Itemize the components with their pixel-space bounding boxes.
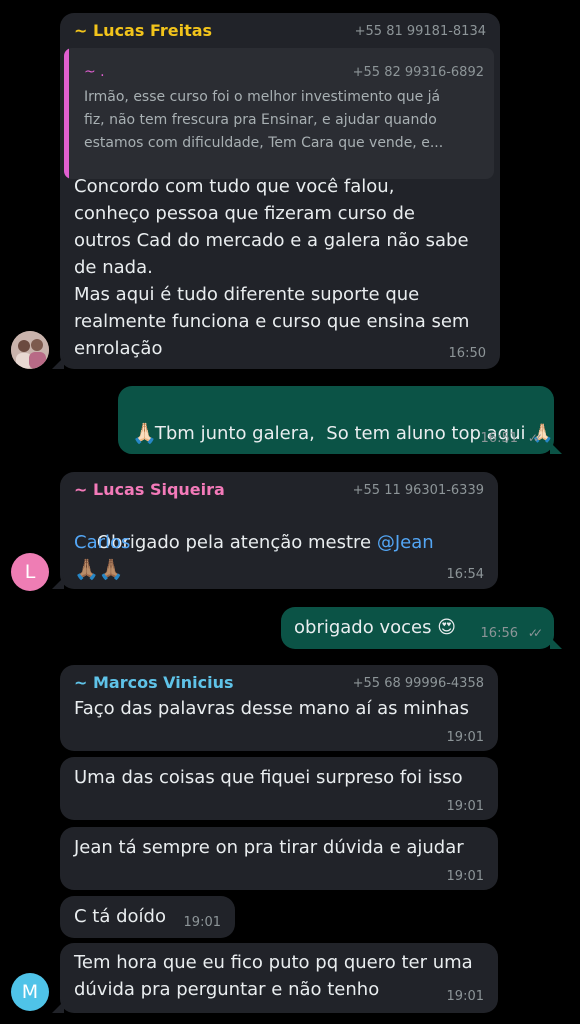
message-text: 🙏🏻 (132, 421, 157, 445)
quote-sender-name: ~ . (84, 64, 105, 80)
message-bubble[interactable]: ~ Lucas Siqueira +55 11 96301-6339 Obrig… (52, 472, 498, 589)
message-time: 16:56 (480, 626, 518, 641)
message-text: Jean tá sempre on pra tirar dúvida e aju… (74, 837, 464, 858)
message-time: 16:50 (448, 346, 486, 361)
message-text: Faço das palavras desse mano aí as minha… (74, 698, 469, 719)
mention-link[interactable]: @Jean (377, 532, 434, 553)
avatar[interactable] (11, 331, 49, 369)
message-text: de nada. (74, 257, 153, 278)
message-bubble-outgoing[interactable]: Tbm junto galera, So tem aluno top aqui … (118, 386, 562, 454)
sender-name[interactable]: ~ Lucas Freitas (74, 21, 212, 40)
message-time: 19:01 (446, 799, 484, 814)
quote-text: estamos com dificuldade, Tem Cara que ve… (84, 135, 444, 151)
message-bubble[interactable]: Jean tá sempre on pra tirar dúvida e aju… (60, 827, 498, 890)
message-text: conheço pessoa que fizeram curso de (74, 203, 415, 224)
sender-name[interactable]: ~ Lucas Siqueira (74, 480, 225, 499)
sender-phone: +55 81 99181-8134 (354, 24, 486, 39)
quoted-message[interactable]: ~ . +55 82 99316-6892 Irmão, esse curso … (64, 48, 494, 179)
message-bubble-outgoing[interactable]: obrigado voces 😍 16:56 ✓✓ (281, 607, 562, 649)
avatar-photo-icon (11, 331, 49, 369)
read-receipt-icon: ✓✓ (527, 431, 543, 445)
message-bubble[interactable]: ~ Marcos Vinicius +55 68 99996-4358 Faço… (60, 665, 498, 751)
avatar[interactable]: L (11, 553, 49, 591)
message-text: Tem hora que eu fico puto pq quero ter u… (74, 952, 473, 973)
message-text: C tá doído (74, 906, 166, 927)
avatar[interactable]: M (11, 973, 49, 1011)
avatar-letter: M (21, 981, 39, 1003)
quote-accent-bar (64, 48, 69, 179)
message-text: dúvida pra perguntar e não tenho (74, 979, 380, 1000)
message-text: obrigado voces 😍 (294, 617, 456, 638)
quote-text: fiz, não tem frescura pra Ensinar, e aju… (84, 112, 437, 128)
sender-name[interactable]: ~ Marcos Vinicius (74, 673, 234, 692)
read-receipt-icon: ✓✓ (527, 626, 543, 640)
message-text: Uma das coisas que fiquei surpreso foi i… (74, 767, 463, 788)
message-text: realmente funciona e curso que ensina se… (74, 311, 470, 332)
message-emoji: 🙏🏽🙏🏽 (74, 557, 124, 581)
sender-phone: +55 11 96301-6339 (352, 483, 484, 498)
message-bubble[interactable]: Uma das coisas que fiquei surpreso foi i… (60, 757, 498, 820)
message-time: 19:01 (446, 730, 484, 745)
sender-phone: +55 68 99996-4358 (352, 676, 484, 691)
message-text: enrolação (74, 338, 163, 359)
avatar-letter: L (24, 561, 36, 583)
message-bubble[interactable]: ~ Lucas Freitas +55 81 99181-8134 ~ . +5… (52, 13, 500, 369)
message-text: Mas aqui é tudo diferente suporte que (74, 284, 420, 305)
mention-link[interactable]: Carlos (74, 529, 130, 556)
quote-sender-phone: +55 82 99316-6892 (352, 65, 484, 80)
message-text: outros Cad do mercado e a galera não sab… (74, 230, 469, 251)
message-time: 19:01 (183, 915, 221, 930)
message-time: 19:01 (446, 989, 484, 1004)
quote-text: Irmão, esse curso foi o melhor investime… (84, 89, 441, 105)
message-text: Concordo com tudo que você falou, (74, 176, 395, 197)
message-bubble[interactable]: C tá doído 19:01 (60, 896, 235, 938)
message-time: 19:01 (446, 869, 484, 884)
message-time: 16:51 (480, 431, 518, 446)
message-time: 16:54 (446, 567, 484, 582)
message-bubble[interactable]: Tem hora que eu fico puto pq quero ter u… (52, 943, 498, 1013)
